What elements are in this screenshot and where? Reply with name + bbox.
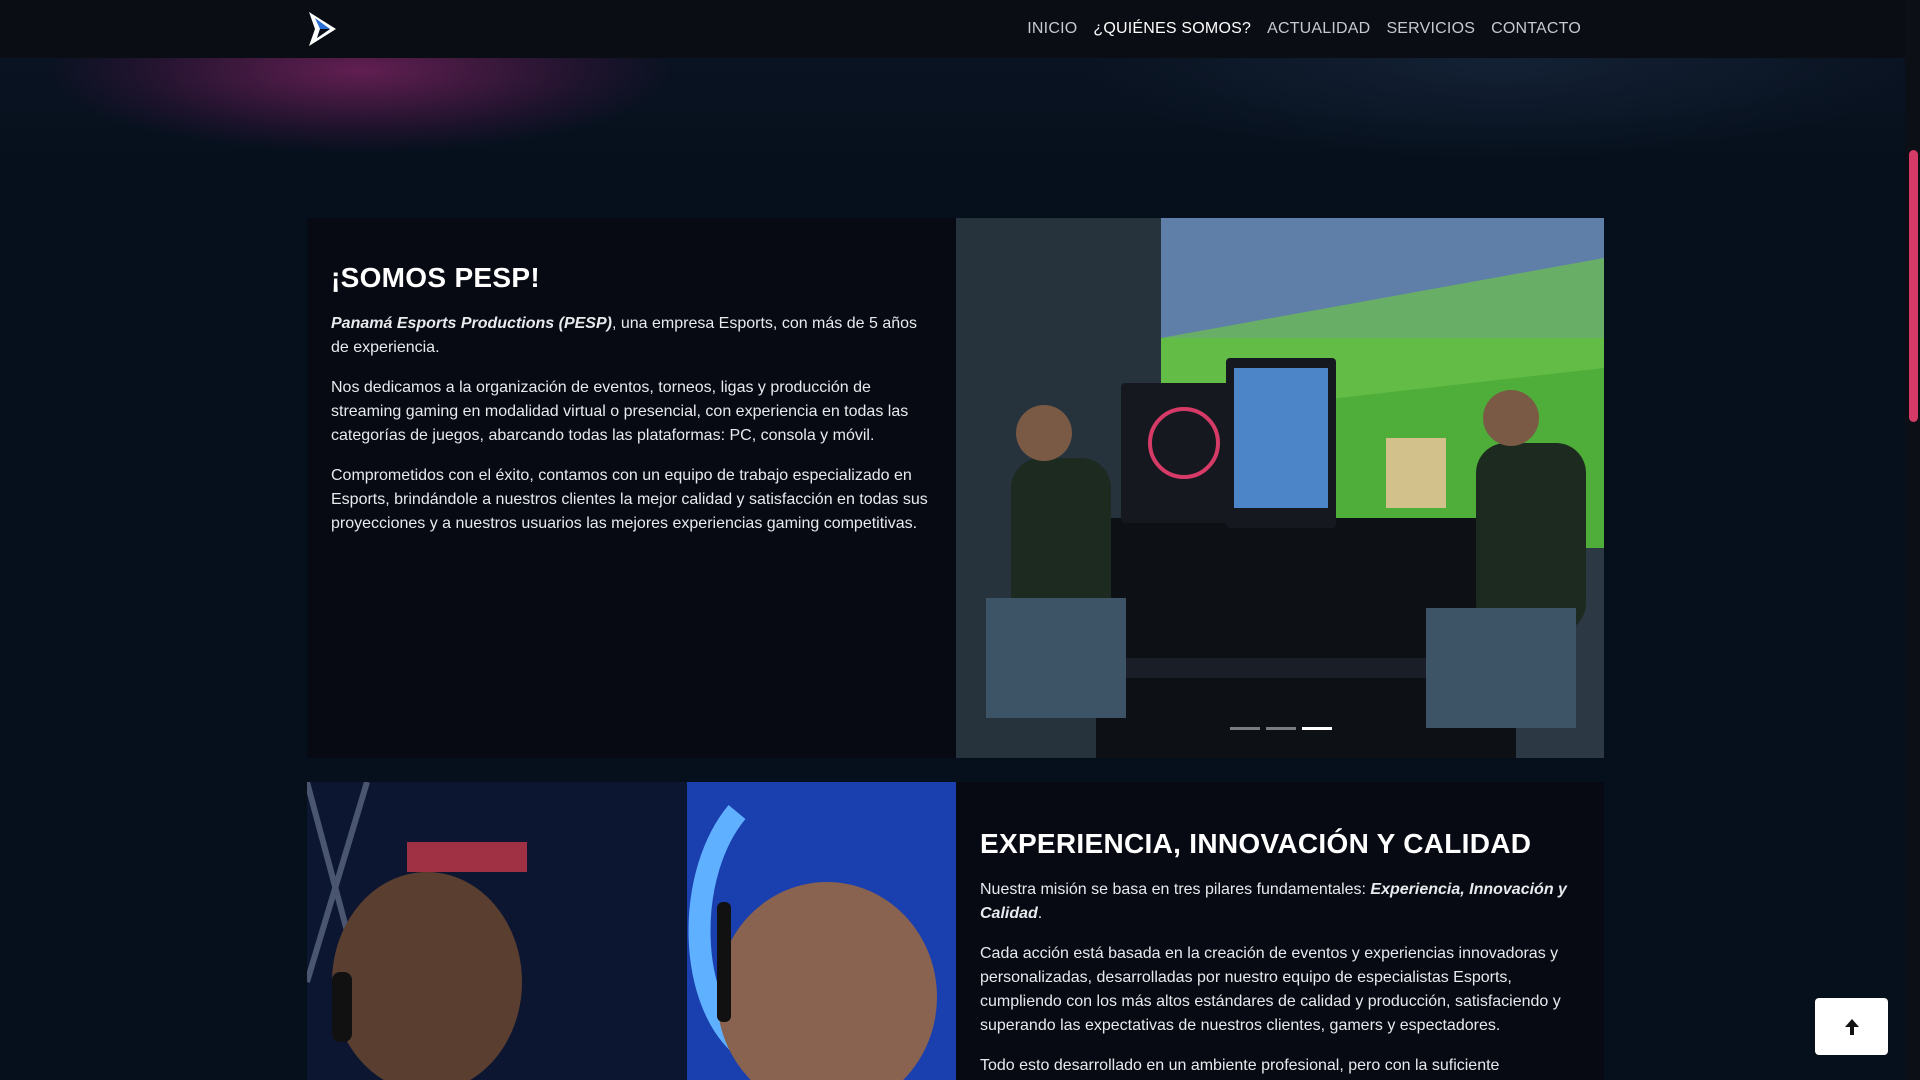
esports-event-photo: [956, 218, 1604, 758]
pesp-logo[interactable]: [306, 10, 340, 48]
about-paragraph-2: Nos dedicamos a la organización de event…: [331, 379, 909, 444]
casters-photo: [307, 782, 956, 1080]
casters-illustration: [307, 782, 956, 1080]
carousel-dot-1[interactable]: [1230, 727, 1260, 730]
about-section: ¡SOMOS PESP! Panamá Esports Productions …: [307, 218, 1604, 758]
mission-paragraph-1-end: .: [1037, 905, 1043, 922]
main-nav: INICIO ¿QUIÉNES SOMOS? ACTUALIDAD SERVIC…: [1027, 0, 1581, 58]
mission-paragraph-3: Todo esto desarrollado en un ambiente pr…: [980, 1057, 1500, 1074]
nav-item-inicio[interactable]: INICIO: [1027, 20, 1077, 38]
mission-section: EXPERIENCIA, INNOVACIÓN Y CALIDAD Nuestr…: [307, 782, 1604, 1080]
back-to-top-button[interactable]: [1815, 998, 1888, 1055]
carousel-indicators: [1230, 727, 1332, 730]
mission-heading: EXPERIENCIA, INNOVACIÓN Y CALIDAD: [980, 828, 1532, 859]
esports-event-illustration: [956, 218, 1604, 758]
page-scrollbar[interactable]: [1905, 0, 1920, 1080]
navbar: INICIO ¿QUIÉNES SOMOS? ACTUALIDAD SERVIC…: [0, 0, 1905, 58]
nav-item-actualidad[interactable]: ACTUALIDAD: [1267, 20, 1370, 38]
mission-paragraph-2: Cada acción está basada en la creación d…: [980, 945, 1561, 1034]
carousel-dot-3[interactable]: [1302, 727, 1332, 730]
about-paragraph-1: Panamá Esports Productions (PESP), una e…: [331, 312, 931, 360]
mission-text: EXPERIENCIA, INNOVACIÓN Y CALIDAD Nuestr…: [980, 828, 1580, 1080]
nav-item-servicios[interactable]: SERVICIOS: [1386, 20, 1475, 38]
about-text: ¡SOMOS PESP! Panamá Esports Productions …: [331, 262, 931, 552]
mission-paragraph-1-start: Nuestra misión se basa en tres pilares f…: [980, 881, 1371, 898]
carousel-dot-2[interactable]: [1266, 727, 1296, 730]
nav-item-quienes-somos[interactable]: ¿QUIÉNES SOMOS?: [1093, 20, 1251, 38]
company-name: Panamá Esports Productions (PESP): [331, 315, 612, 332]
mission-paragraph-1: Nuestra misión se basa en tres pilares f…: [980, 878, 1580, 926]
arrow-up-icon: [1844, 1018, 1859, 1035]
scrollbar-thumb[interactable]: [1909, 150, 1918, 422]
about-paragraph-3: Comprometidos con el éxito, contamos con…: [331, 467, 928, 532]
about-heading: ¡SOMOS PESP!: [331, 262, 540, 293]
nav-item-contacto[interactable]: CONTACTO: [1491, 20, 1581, 38]
